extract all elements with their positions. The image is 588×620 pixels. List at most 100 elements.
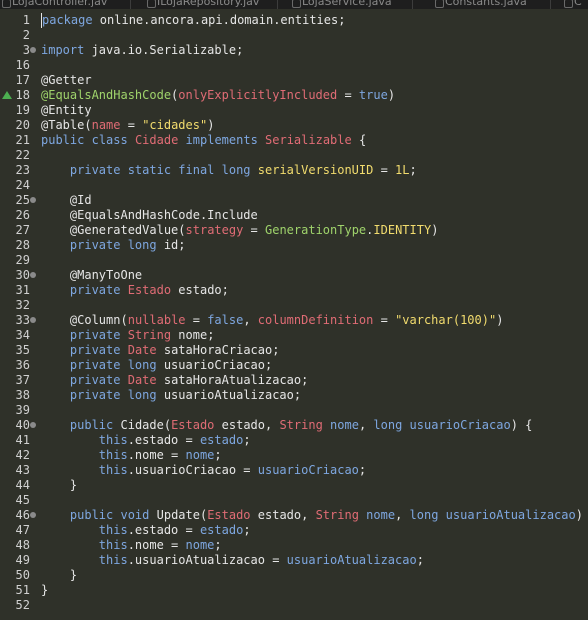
code-line[interactable]: 21 public class Cidade implements Seriali… (0, 133, 588, 148)
code-token: ; (214, 538, 222, 552)
code-line[interactable]: 20 @Table(name = "cidades") (0, 118, 588, 133)
code-line[interactable]: 44 } (0, 478, 588, 493)
code-token: private static final long (69, 163, 251, 177)
code-line[interactable]: 52 (0, 598, 588, 613)
line-number: 46 (15, 508, 30, 522)
code-line[interactable]: 19 @Entity (0, 103, 588, 118)
line-number: 44 (15, 478, 30, 492)
tab-lojacontroller[interactable]: LojaController.jav (0, 0, 131, 9)
code-text: this.usuarioAtualizacao = usuarioAtualiz… (41, 553, 424, 568)
code-token: , (358, 418, 374, 432)
tab-ilojarepository[interactable]: ILojaRepository.jav (145, 0, 278, 9)
code-text: this.estado = estado; (41, 433, 251, 448)
line-number: 52 (15, 598, 30, 612)
tab-label: C (574, 0, 582, 8)
code-text: public void Update(Estado estado, String… (41, 508, 588, 523)
tab-constants[interactable]: Constants.java (433, 0, 551, 9)
code-text: } (41, 478, 77, 493)
code-line[interactable]: 3 import java.io.Serializable; (0, 43, 588, 58)
code-token: public (41, 133, 85, 147)
code-token: .estado = (127, 523, 200, 537)
code-line[interactable]: 43 this.usuarioCriacao = usuarioCriacao; (0, 463, 588, 478)
code-line[interactable]: 41 this.estado = estado; (0, 433, 588, 448)
tab-label: LojaService.java (302, 0, 392, 8)
code-line[interactable]: 23 private static final long serialVersi… (0, 163, 588, 178)
code-line[interactable]: 30 @ManyToOne (0, 268, 588, 283)
code-token: Cidade (134, 133, 179, 147)
fold-toggle-icon[interactable] (30, 317, 36, 323)
code-line[interactable]: 48 this.nome = nome; (0, 538, 588, 553)
code-line[interactable]: 50 } (0, 568, 588, 583)
code-token: this (98, 523, 128, 537)
code-line[interactable]: 39 (0, 403, 588, 418)
code-line[interactable]: 47 this.estado = estado; (0, 523, 588, 538)
code-line[interactable]: 49 this.usuarioAtualizacao = usuarioAtua… (0, 553, 588, 568)
code-line[interactable]: 24 (0, 178, 588, 193)
code-line[interactable]: 17 @Getter (0, 73, 588, 88)
code-line[interactable]: 22 (0, 148, 588, 163)
code-line[interactable]: 45 (0, 493, 588, 508)
fold-toggle-icon[interactable] (30, 512, 36, 518)
code-text: private long usuarioCriacao; (41, 358, 272, 373)
code-line[interactable]: 25 @Id (0, 193, 588, 208)
tab-lojaservice[interactable]: LojaService.java (290, 0, 413, 9)
code-text: this.nome = nome; (41, 448, 222, 463)
code-line[interactable]: 16 (0, 58, 588, 73)
code-line[interactable]: 51} (0, 583, 588, 598)
fold-toggle-icon[interactable] (30, 197, 36, 203)
fold-toggle-icon[interactable] (30, 47, 36, 53)
tab-label: ILojaRepository.jav (157, 0, 260, 8)
fold-toggle-icon[interactable] (30, 272, 36, 278)
tab-cidade[interactable]: C (562, 0, 588, 9)
code-token: ) { (510, 418, 533, 432)
line-number: 49 (15, 553, 30, 567)
code-token: online.ancora.api.domain.entities; (92, 13, 346, 27)
code-line[interactable]: 38 private long usuarioAtualizacao; (0, 388, 588, 403)
code-line[interactable]: 46 public void Update(Estado estado, Str… (0, 508, 588, 523)
code-token: @Table (41, 118, 85, 132)
code-token: ; (358, 463, 367, 477)
line-number: 3 (22, 43, 30, 57)
code-text: @ManyToOne (41, 268, 142, 283)
code-token: this (98, 463, 128, 477)
code-token: , (395, 508, 410, 522)
code-line[interactable]: 26 @EqualsAndHashCode.Include (0, 208, 588, 223)
fold-toggle-icon[interactable] (30, 422, 36, 428)
code-line[interactable]: 37 private Date sataHoraAtualizacao; (0, 373, 588, 388)
code-token: .usuarioAtualizacao = (127, 553, 287, 567)
code-token: nullable (127, 313, 186, 327)
line-number: 29 (15, 253, 30, 267)
code-line[interactable]: 32 (0, 298, 588, 313)
code-line[interactable]: 2 (0, 28, 588, 43)
code-line[interactable]: 35 private Date sataHoraCriacao; (0, 343, 588, 358)
code-token: private long (69, 358, 157, 372)
code-line[interactable]: 31 private Estado estado; (0, 283, 588, 298)
override-marker-icon[interactable] (2, 91, 12, 99)
line-number: 25 (15, 193, 30, 207)
code-line[interactable]: 28 private long id; (0, 238, 588, 253)
code-token: .estado = (127, 433, 200, 447)
code-token: @Getter (41, 73, 92, 87)
code-line[interactable]: 33 @Column(nullable = false, columnDefin… (0, 313, 588, 328)
code-token: Estado (127, 283, 172, 297)
code-line[interactable]: 36 private long usuarioCriacao; (0, 358, 588, 373)
code-line[interactable]: 18 @EqualsAndHashCode(onlyExplicitlyInclu… (0, 88, 588, 103)
code-line[interactable]: 40 public Cidade(Estado estado, String n… (0, 418, 588, 433)
code-line[interactable]: 29 (0, 253, 588, 268)
code-line[interactable]: 27 @GeneratedValue(strategy = Generation… (0, 223, 588, 238)
code-token: = (373, 163, 396, 177)
code-line[interactable]: 1 package online.ancora.api.domain.entiti… (0, 13, 588, 28)
code-line[interactable]: 42 this.nome = nome; (0, 448, 588, 463)
code-line[interactable]: 34 private String nome; (0, 328, 588, 343)
code-editor[interactable]: 1 package online.ancora.api.domain.entiti… (0, 9, 588, 620)
line-number: 20 (15, 118, 30, 132)
